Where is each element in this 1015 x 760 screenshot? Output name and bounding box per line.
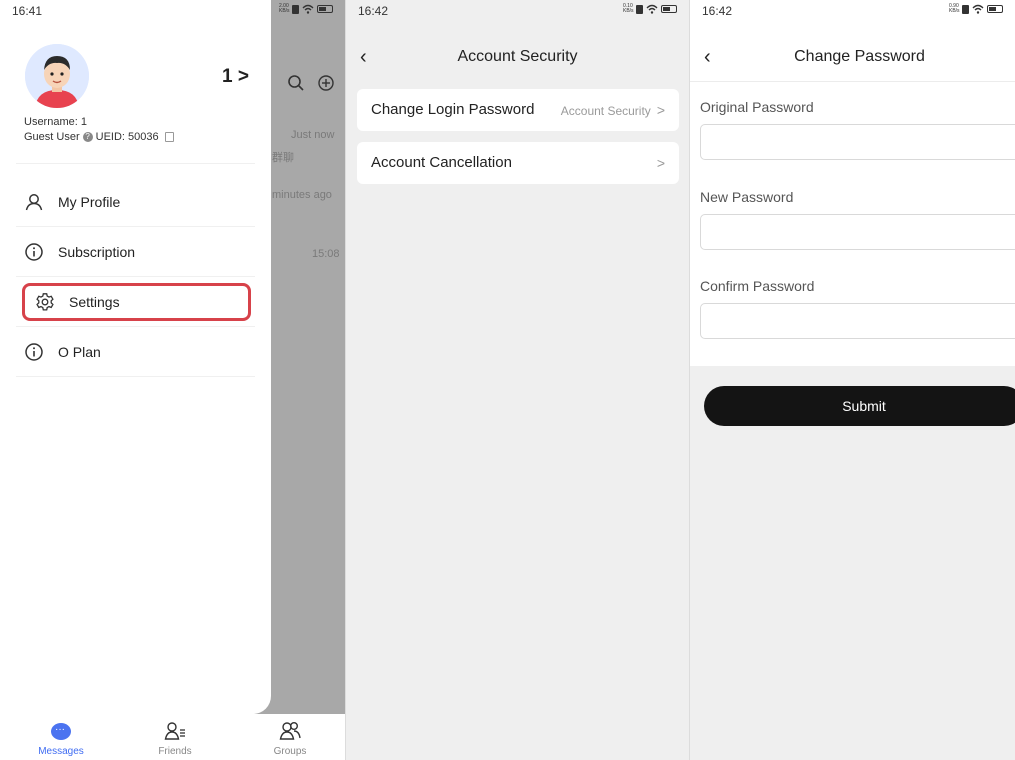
screens-container: 2.00 KB/s Just now 群聊 minutes ago 15:08 … [0,0,1015,760]
status-time: 16:42 [358,4,389,18]
navigation-bar: ‹ Account Security [346,44,689,74]
divider [16,276,255,277]
item-value: Account Security [560,104,651,118]
chat-time-minutes-ago: minutes ago [272,189,332,201]
menu-item-label: My Profile [58,194,121,210]
friends-icon [164,722,185,740]
item-right: Account Security > [561,102,665,118]
original-password-field[interactable] [700,124,1015,160]
username-text: Username: 1 [24,116,87,128]
account-security-screen: 16:42 0.10 KB/s ‹ Account Security Chang… [346,0,689,760]
chat-preview-group: 群聊 [272,152,294,164]
avatar[interactable] [25,44,89,108]
network-speed: 0.90 KB/s [949,3,960,14]
change-password-screen: 16:42 0.90 KB/s ‹ Change Password Origin… [690,0,1015,760]
menu-item-label: Settings [69,294,120,310]
new-password-label: New Password [700,189,794,205]
page-title: Account Security [457,48,578,65]
change-login-password-item[interactable]: Change Login Password Account Security > [357,89,679,131]
tab-messages[interactable]: Messages [21,720,101,757]
status-time: 16:41 [12,4,43,18]
groups-icon [279,722,301,740]
avatar-image [25,44,89,108]
chevron-right-icon: > [656,102,665,118]
chat-time-clock: 15:08 [312,248,340,260]
menu-item-label: Subscription [58,244,136,260]
network-speed: 2.00 KB/s [279,3,290,14]
menu-item-subscription[interactable]: Subscription [24,234,250,270]
info-icon [24,242,44,262]
battery-icon [317,5,333,13]
bottom-tab-bar: Messages Friends Groups [0,714,345,760]
battery-icon [987,5,1003,13]
tab-groups[interactable]: Groups [250,720,330,757]
copy-icon[interactable] [164,132,174,142]
gear-icon [35,292,55,312]
status-time: 16:42 [702,4,733,18]
menu-item-settings[interactable]: Settings [22,283,251,321]
divider [16,226,255,227]
item-label: Account Cancellation [371,154,512,171]
tab-friends[interactable]: Friends [135,720,215,757]
status-icons: 2.00 KB/s [279,4,333,14]
person-icon [24,192,44,212]
confirm-password-field[interactable] [700,303,1015,339]
wifi-icon [302,4,314,14]
sim-icon [636,4,643,14]
battery-icon [661,5,677,13]
submit-button[interactable]: Submit [704,386,1015,426]
wifi-icon [646,4,658,14]
profile-link[interactable]: 1 > [222,66,249,88]
guest-info: Guest User ? UEID: 50036 [24,131,174,143]
ueid-text: UEID: 50036 [95,131,159,143]
divider [16,376,255,377]
add-circle-icon[interactable] [317,74,335,92]
divider [16,326,255,327]
confirm-password-label: Confirm Password [700,278,815,294]
search-icon[interactable] [287,74,305,92]
navigation-bar: ‹ Change Password [690,44,1015,74]
help-icon[interactable]: ? [82,132,93,142]
new-password-field[interactable] [700,214,1015,250]
sim-icon [962,4,969,14]
original-password-label: Original Password [700,99,814,115]
drawer-screen: 2.00 KB/s Just now 群聊 minutes ago 15:08 … [0,0,345,760]
divider [16,163,255,164]
menu-item-label: O Plan [58,344,101,360]
sim-icon [292,4,299,14]
profile-number: 1 [222,66,233,87]
status-bar: 16:42 0.90 KB/s [690,0,1015,34]
menu-item-my-profile[interactable]: My Profile [24,184,250,220]
chat-time-just-now: Just now [291,129,335,141]
status-icons: 0.90 KB/s [949,4,1003,14]
tab-label: Messages [38,746,84,757]
menu-item-o-plan[interactable]: O Plan [24,334,250,370]
messages-icon [51,722,71,740]
status-bar: 16:41 [0,0,271,34]
guest-user-text: Guest User [24,131,80,143]
network-speed: 0.10 KB/s [623,3,634,14]
item-label: Change Login Password [371,101,535,118]
tab-label: Groups [273,746,307,757]
status-icons: 0.10 KB/s [623,4,677,14]
wifi-icon [972,4,984,14]
page-title: Change Password [794,48,925,65]
chevron-right-icon: > [656,155,665,171]
account-cancellation-item[interactable]: Account Cancellation > [357,142,679,184]
info-icon [24,342,44,362]
tab-label: Friends [158,746,192,757]
item-right: > [651,155,665,171]
status-bar: 16:42 0.10 KB/s [346,0,689,34]
chevron-right-icon: > [232,66,249,87]
side-drawer: 16:41 1 > Username: 1 Guest User ? UEID:… [0,0,271,714]
